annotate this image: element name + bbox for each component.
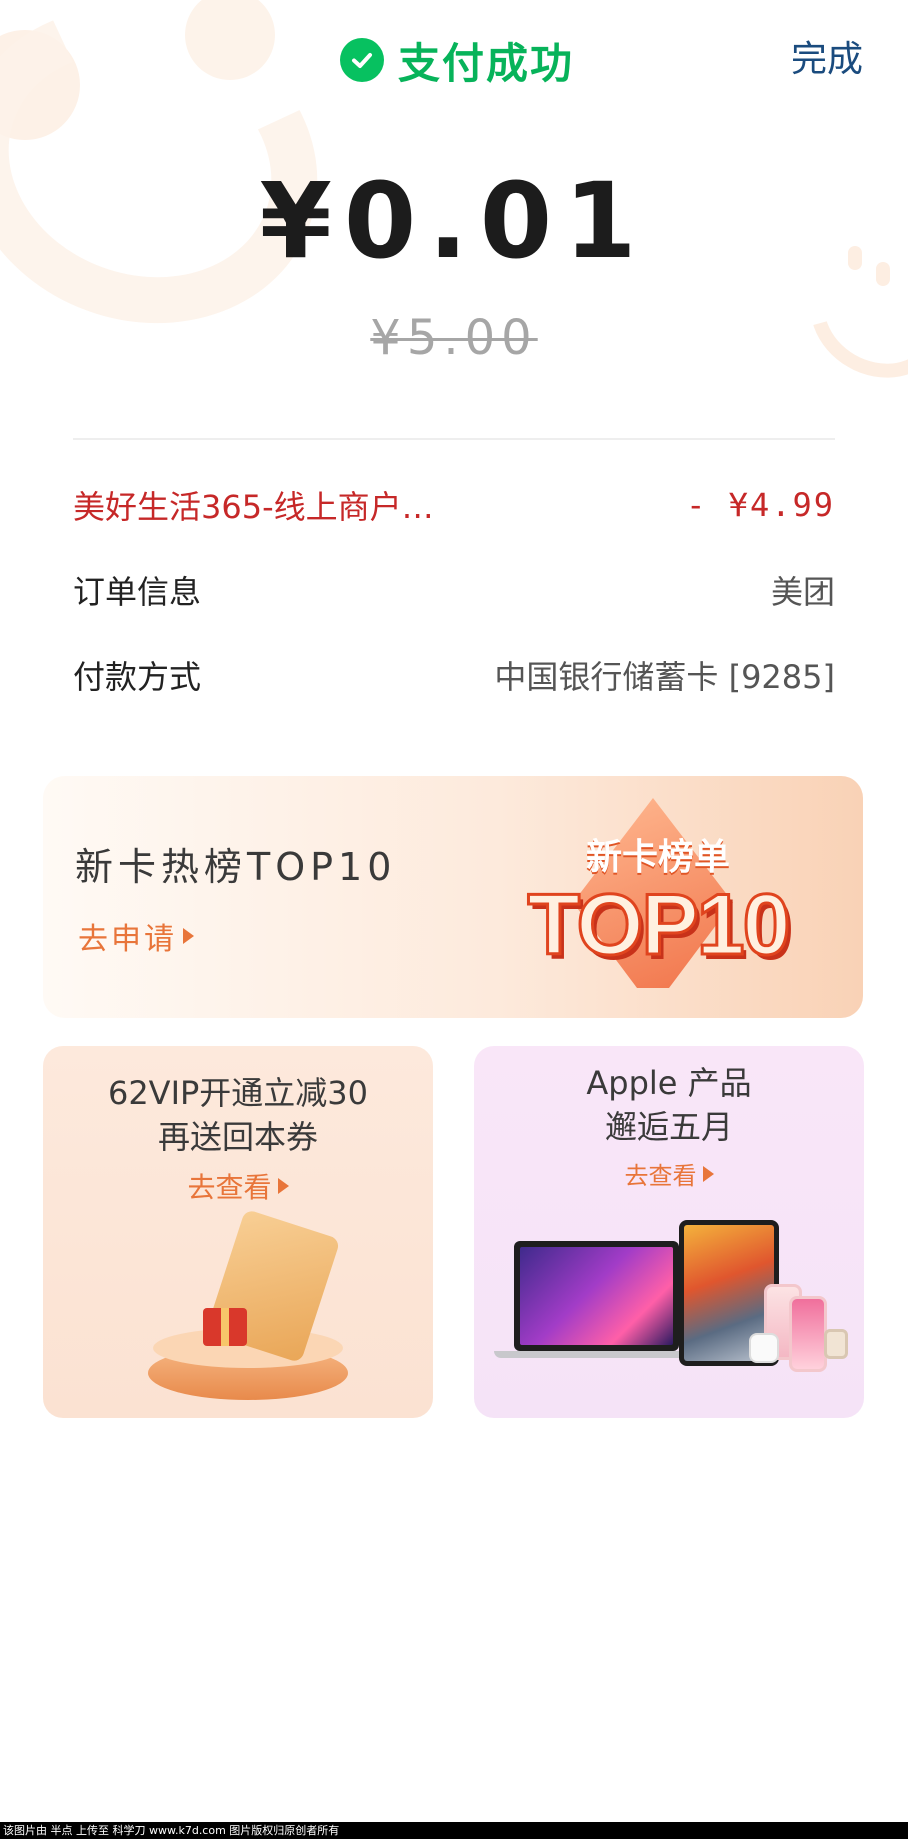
order-info-label: 订单信息: [73, 573, 202, 611]
top10-logo-text: TOP10: [526, 876, 792, 975]
header: 支付成功 完成: [0, 30, 908, 90]
discount-value: - ¥4.99: [686, 486, 835, 524]
payment-method-label: 付款方式: [73, 658, 202, 696]
order-info-value: 美团: [770, 573, 835, 611]
original-amount-text: ¥5.00: [370, 310, 538, 366]
macbook-base: [494, 1351, 699, 1358]
discount-row: 美好生活365-线上商户… - ¥4.99: [73, 480, 835, 530]
watch-image: [824, 1329, 848, 1359]
top10-subtitle: 新卡榜单: [585, 837, 730, 878]
airpods-image: [749, 1333, 779, 1363]
vip-promo-card[interactable]: 62VIP开通立减30 再送回本券 去查看: [43, 1046, 433, 1418]
top10-illustration: 新卡榜单 TOP10: [503, 798, 803, 998]
payment-status: 支付成功: [340, 30, 574, 90]
check-circle-icon: [340, 38, 384, 82]
vip-view-link[interactable]: 去查看: [43, 1166, 433, 1206]
discount-label: 美好生活365-线上商户…: [73, 488, 434, 526]
apple-promo-card[interactable]: Apple 产品 邂逅五月 去查看: [474, 1046, 864, 1418]
done-button[interactable]: 完成: [791, 30, 863, 82]
vip-promo-line2: 再送回本券: [157, 1118, 318, 1156]
payment-method-row: 付款方式 中国银行储蓄卡 [9285]: [73, 650, 835, 700]
apple-promo-line2: 邂逅五月: [604, 1108, 733, 1146]
iphone-image: [789, 1296, 827, 1372]
triangle-right-icon: [183, 928, 194, 944]
paid-amount: ¥0.01: [259, 160, 649, 282]
payment-method-value: 中国银行储蓄卡 [9285]: [494, 658, 835, 696]
triangle-right-icon: [702, 1165, 714, 1182]
macbook-image: [514, 1241, 679, 1351]
new-card-top10-banner[interactable]: 新卡热榜TOP10 去申请 新卡榜单 TOP10: [43, 776, 863, 1018]
original-amount: ¥5.00: [0, 310, 908, 366]
apply-link-label: 去申请: [78, 922, 177, 957]
apple-view-link[interactable]: 去查看: [474, 1156, 864, 1191]
vip-promo-line1: 62VIP开通立减30: [107, 1074, 369, 1112]
banner-title: 新卡热榜TOP10: [75, 845, 397, 889]
watermark-strip: 该图片由 半点 上传至 科学刀 www.k7d.com 图片版权归原创者所有: [0, 1822, 908, 1839]
apple-promo-line1: Apple 产品: [586, 1064, 752, 1102]
status-text: 支付成功: [398, 38, 575, 88]
gift-box-icon: [203, 1308, 247, 1346]
vip-view-label: 去查看: [187, 1171, 272, 1204]
divider: [73, 438, 835, 440]
apply-link[interactable]: 去申请: [78, 914, 194, 958]
triangle-right-icon: [277, 1178, 289, 1194]
order-info-row[interactable]: 订单信息 美团: [73, 565, 835, 615]
apple-view-label: 去查看: [624, 1162, 697, 1190]
